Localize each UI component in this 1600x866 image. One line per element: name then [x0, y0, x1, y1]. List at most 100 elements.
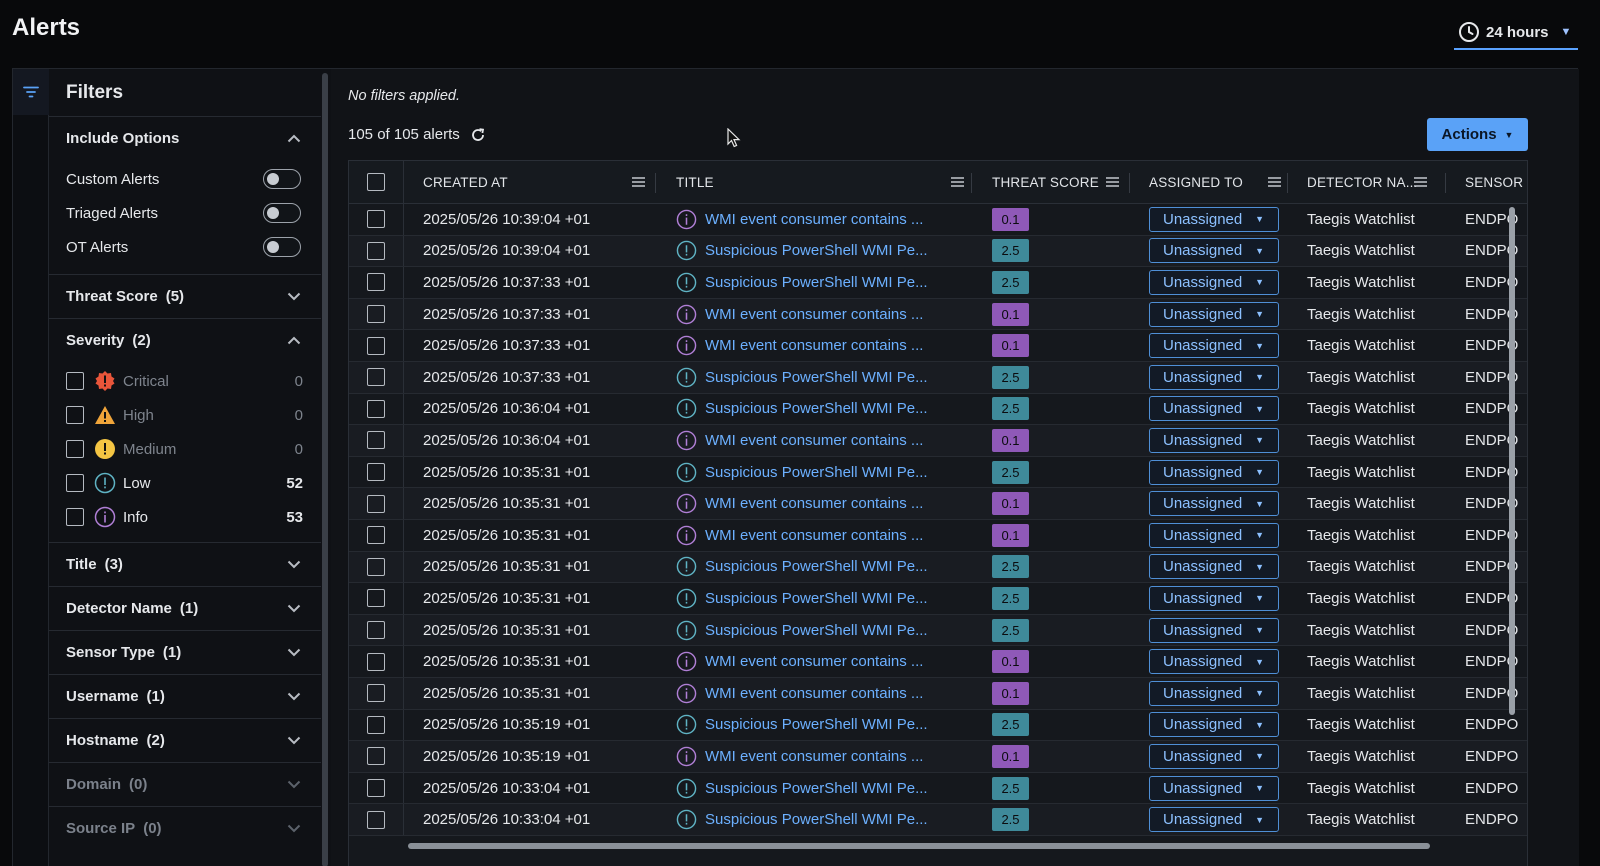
row-checkbox[interactable] — [367, 368, 385, 387]
title-filter-header[interactable]: Title (3) — [49, 543, 321, 586]
table-row[interactable]: 2025/05/26 10:35:31 +01 Suspicious PowerS… — [349, 456, 1527, 489]
row-checkbox[interactable] — [367, 715, 385, 734]
row-checkbox[interactable] — [367, 494, 385, 513]
table-row[interactable]: 2025/05/26 10:37:33 +01 WMI event consume… — [349, 298, 1527, 331]
row-checkbox[interactable] — [367, 463, 385, 482]
assignee-dropdown[interactable]: Unassigned ▼ — [1149, 775, 1279, 801]
table-row[interactable]: 2025/05/26 10:39:04 +01 Suspicious PowerS… — [349, 235, 1527, 268]
table-row[interactable]: 2025/05/26 10:33:04 +01 Suspicious PowerS… — [349, 772, 1527, 805]
severity-high-checkbox[interactable] — [66, 406, 84, 424]
table-horizontal-scrollbar[interactable] — [408, 843, 1430, 849]
severity-critical-checkbox[interactable] — [66, 372, 84, 390]
username-header[interactable]: Username (1) — [49, 675, 321, 718]
row-checkbox[interactable] — [367, 336, 385, 355]
filter-toggle-button[interactable] — [13, 69, 49, 115]
assignee-dropdown[interactable]: Unassigned ▼ — [1149, 680, 1279, 706]
alert-title-link[interactable]: Suspicious PowerShell WMI Pe... — [705, 464, 928, 481]
row-checkbox[interactable] — [367, 810, 385, 829]
alert-title-link[interactable]: Suspicious PowerShell WMI Pe... — [705, 274, 928, 291]
severity-medium-checkbox[interactable] — [66, 440, 84, 458]
row-checkbox[interactable] — [367, 652, 385, 671]
table-row[interactable]: 2025/05/26 10:39:04 +01 WMI event consume… — [349, 204, 1527, 236]
source-ip-header[interactable]: Source IP (0) — [49, 807, 321, 850]
column-assigned-to[interactable]: ASSIGNED TO — [1149, 161, 1289, 203]
column-detector-name[interactable]: DETECTOR NA... — [1307, 161, 1427, 203]
alert-title-link[interactable]: Suspicious PowerShell WMI Pe... — [705, 369, 928, 386]
assignee-dropdown[interactable]: Unassigned ▼ — [1149, 649, 1279, 675]
assignee-dropdown[interactable]: Unassigned ▼ — [1149, 301, 1279, 327]
alert-title-link[interactable]: WMI event consumer contains ... — [705, 337, 923, 354]
row-checkbox[interactable] — [367, 431, 385, 450]
table-row[interactable]: 2025/05/26 10:37:33 +01 WMI event consume… — [349, 330, 1527, 362]
alert-title-link[interactable]: Suspicious PowerShell WMI Pe... — [705, 811, 928, 828]
column-created-at[interactable]: CREATED AT — [423, 161, 653, 203]
actions-button[interactable]: Actions ▼ — [1427, 118, 1528, 151]
column-menu-icon[interactable] — [632, 177, 645, 187]
table-row[interactable]: 2025/05/26 10:36:04 +01 Suspicious PowerS… — [349, 393, 1527, 426]
alert-title-link[interactable]: Suspicious PowerShell WMI Pe... — [705, 716, 928, 733]
triaged-alerts-toggle[interactable] — [263, 203, 301, 223]
assignee-dropdown[interactable]: Unassigned ▼ — [1149, 333, 1279, 359]
assignee-dropdown[interactable]: Unassigned ▼ — [1149, 491, 1279, 517]
assignee-dropdown[interactable]: Unassigned ▼ — [1149, 617, 1279, 643]
refresh-icon[interactable] — [470, 127, 486, 143]
assignee-dropdown[interactable]: Unassigned ▼ — [1149, 364, 1279, 390]
row-checkbox[interactable] — [367, 557, 385, 576]
row-checkbox[interactable] — [367, 621, 385, 640]
table-row[interactable]: 2025/05/26 10:37:33 +01 Suspicious PowerS… — [349, 267, 1527, 299]
alert-title-link[interactable]: Suspicious PowerShell WMI Pe... — [705, 242, 928, 259]
severity-header[interactable]: Severity (2) — [49, 319, 321, 362]
assignee-dropdown[interactable]: Unassigned ▼ — [1149, 269, 1279, 295]
alert-title-link[interactable]: WMI event consumer contains ... — [705, 495, 923, 512]
alert-title-link[interactable]: Suspicious PowerShell WMI Pe... — [705, 558, 928, 575]
row-checkbox[interactable] — [367, 241, 385, 260]
column-sensor-type[interactable]: SENSOR T — [1465, 161, 1527, 203]
assignee-dropdown[interactable]: Unassigned ▼ — [1149, 743, 1279, 769]
table-row[interactable]: 2025/05/26 10:35:19 +01 Suspicious PowerS… — [349, 709, 1527, 742]
assignee-dropdown[interactable]: Unassigned ▼ — [1149, 807, 1279, 833]
alert-title-link[interactable]: Suspicious PowerShell WMI Pe... — [705, 780, 928, 797]
table-row[interactable]: 2025/05/26 10:35:31 +01 WMI event consume… — [349, 646, 1527, 678]
table-row[interactable]: 2025/05/26 10:35:31 +01 WMI event consume… — [349, 678, 1527, 710]
row-checkbox[interactable] — [367, 305, 385, 324]
table-row[interactable]: 2025/05/26 10:33:04 +01 Suspicious PowerS… — [349, 804, 1527, 836]
assignee-dropdown[interactable]: Unassigned ▼ — [1149, 459, 1279, 485]
assignee-dropdown[interactable]: Unassigned ▼ — [1149, 554, 1279, 580]
sensor-type-header[interactable]: Sensor Type (1) — [49, 631, 321, 674]
severity-low-checkbox[interactable] — [66, 474, 84, 492]
assignee-dropdown[interactable]: Unassigned ▼ — [1149, 206, 1279, 232]
domain-header[interactable]: Domain (0) — [49, 763, 321, 806]
alert-title-link[interactable]: Suspicious PowerShell WMI Pe... — [705, 400, 928, 417]
row-checkbox[interactable] — [367, 747, 385, 766]
row-checkbox[interactable] — [367, 273, 385, 292]
table-row[interactable]: 2025/05/26 10:37:33 +01 Suspicious PowerS… — [349, 362, 1527, 394]
select-all-checkbox[interactable] — [367, 173, 385, 191]
row-checkbox[interactable] — [367, 210, 385, 229]
alert-title-link[interactable]: WMI event consumer contains ... — [705, 653, 923, 670]
row-checkbox[interactable] — [367, 589, 385, 608]
column-threat-score[interactable]: THREAT SCORE — [992, 161, 1127, 203]
time-range-selector[interactable]: 24 hours ▼ — [1454, 16, 1578, 50]
row-checkbox[interactable] — [367, 526, 385, 545]
table-row[interactable]: 2025/05/26 10:36:04 +01 WMI event consume… — [349, 425, 1527, 457]
alert-title-link[interactable]: WMI event consumer contains ... — [705, 432, 923, 449]
alert-title-link[interactable]: WMI event consumer contains ... — [705, 685, 923, 702]
assignee-dropdown[interactable]: Unassigned ▼ — [1149, 585, 1279, 611]
table-row[interactable]: 2025/05/26 10:35:31 +01 Suspicious PowerS… — [349, 583, 1527, 615]
assignee-dropdown[interactable]: Unassigned ▼ — [1149, 396, 1279, 422]
assignee-dropdown[interactable]: Unassigned ▼ — [1149, 427, 1279, 453]
hostname-header[interactable]: Hostname (2) — [49, 719, 321, 762]
alert-title-link[interactable]: WMI event consumer contains ... — [705, 748, 923, 765]
column-title[interactable]: TITLE — [676, 161, 972, 203]
table-row[interactable]: 2025/05/26 10:35:31 +01 WMI event consume… — [349, 520, 1527, 552]
ot-alerts-toggle[interactable] — [263, 237, 301, 257]
table-vertical-scrollbar[interactable] — [1509, 207, 1515, 715]
include-options-header[interactable]: Include Options — [49, 117, 321, 160]
column-menu-icon[interactable] — [951, 177, 964, 187]
alert-title-link[interactable]: WMI event consumer contains ... — [705, 527, 923, 544]
alert-title-link[interactable]: WMI event consumer contains ... — [705, 211, 923, 228]
alert-title-link[interactable]: Suspicious PowerShell WMI Pe... — [705, 622, 928, 639]
alert-title-link[interactable]: WMI event consumer contains ... — [705, 306, 923, 323]
table-row[interactable]: 2025/05/26 10:35:31 +01 WMI event consume… — [349, 488, 1527, 520]
table-row[interactable]: 2025/05/26 10:35:31 +01 Suspicious PowerS… — [349, 614, 1527, 647]
